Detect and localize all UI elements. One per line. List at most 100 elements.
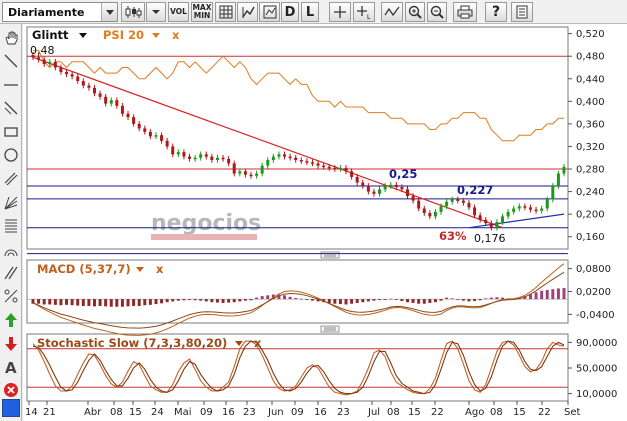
volume-button[interactable]: VOL [168, 2, 189, 22]
l-label: L [305, 4, 315, 20]
svg-text:0,520: 0,520 [576, 29, 605, 40]
log-scale-button[interactable]: D [281, 2, 299, 22]
crosshair-label-button[interactable]: L [353, 2, 375, 22]
chart-area[interactable]: negocios 0,520 0,480 0,440 0,400 0,360 0,320 0… [23, 24, 627, 421]
macd-histogram-bar [65, 299, 69, 305]
ray-tool-button[interactable] [1, 98, 21, 118]
horizontal-line-tool-button[interactable] [1, 75, 21, 95]
svg-text:23: 23 [337, 407, 350, 418]
zoom-out-button[interactable] [427, 2, 447, 22]
zoom-in-icon [408, 5, 422, 19]
x-axis-tick: Mai [174, 401, 192, 418]
arc-tool-button[interactable] [1, 240, 21, 260]
chart-type-dropdown[interactable] [146, 2, 166, 22]
parallel-tool-button[interactable] [1, 263, 21, 283]
x-axis-tick: 09 [291, 401, 304, 418]
horizontal-line-icon [4, 84, 18, 86]
sell-arrow-button[interactable] [1, 334, 21, 354]
indicators-button[interactable] [259, 2, 280, 22]
macd-histogram-bar [350, 299, 354, 304]
line-scale-button[interactable]: L [301, 2, 319, 22]
ellipse-tool-button[interactable] [1, 145, 21, 165]
chart-canvas[interactable]: negocios 0,520 0,480 0,440 0,400 0,360 0,320 0… [23, 24, 627, 421]
svg-text:21: 21 [43, 407, 56, 418]
macd-histogram-bar [355, 299, 359, 303]
zoom-in-button[interactable] [405, 2, 425, 22]
svg-text:Jul: Jul [367, 407, 380, 418]
x-axis-tick: 16 [314, 401, 327, 418]
x-axis-tick: 15 [408, 401, 421, 418]
svg-text:0,440: 0,440 [576, 74, 605, 85]
macd-histogram-bar [81, 299, 85, 306]
svg-text:15: 15 [513, 407, 526, 418]
text-icon: A [5, 359, 17, 375]
draw-line-button[interactable] [381, 2, 403, 22]
svg-text:0,200: 0,200 [576, 210, 605, 221]
macd-histogram-bar [120, 299, 124, 307]
svg-text:Ago: Ago [465, 407, 484, 418]
macd-histogram-bar [171, 299, 175, 302]
channel-tool-button[interactable] [1, 169, 21, 189]
low-price-annotation: 0,176 [474, 232, 506, 245]
x-axis-tick: 22 [431, 401, 444, 418]
macd-histogram-bar [193, 299, 197, 301]
price-axis-tick: 0,240 [568, 187, 605, 198]
max-min-button[interactable]: MAX MIN [191, 2, 213, 22]
stochastic-axis-tick: 90,0000 [568, 338, 617, 349]
candlestick-chart-button[interactable] [121, 2, 145, 22]
ticker-label: Glintt [32, 28, 69, 42]
macd-histogram-bar [148, 299, 152, 305]
delete-drawings-button[interactable] [1, 380, 21, 400]
macd-histogram-bar [489, 297, 493, 300]
price-panel-frame [26, 26, 569, 250]
price-macd-splitter[interactable] [320, 251, 340, 259]
stochastic-axis-tick: 10,0000 [568, 389, 617, 400]
macd-histogram-bar [411, 299, 415, 303]
line-tool-button[interactable] [1, 51, 21, 71]
macd-histogram-bar [260, 296, 264, 300]
color-picker-button[interactable] [1, 398, 21, 418]
macd-histogram-bar [288, 296, 292, 300]
hand-tool-button[interactable] [1, 28, 21, 48]
svg-text:22: 22 [538, 407, 551, 418]
macd-histogram-bar [92, 299, 96, 307]
macd-histogram-bar [104, 299, 108, 307]
macd-stochastic-splitter[interactable] [320, 325, 340, 333]
period-select[interactable]: Diariamente [2, 2, 118, 22]
percent-tool-button[interactable] [1, 286, 21, 306]
fan-icon [4, 196, 18, 210]
channel-icon [4, 172, 18, 186]
macd-histogram-bar [266, 295, 270, 300]
macd-histogram-bar [243, 299, 247, 301]
macd-histogram-bar [394, 299, 398, 300]
macd-remove-button[interactable]: x [156, 262, 164, 276]
compare-button[interactable] [237, 2, 258, 22]
x-axis-tick: 08 [110, 401, 123, 418]
fibonacci-tool-button[interactable] [1, 216, 21, 236]
svg-text:14: 14 [25, 407, 38, 418]
text-tool-button[interactable]: A [1, 357, 21, 377]
fan-tool-button[interactable] [1, 193, 21, 213]
macd-histogram-bar [232, 299, 236, 303]
settings-button[interactable] [511, 2, 533, 22]
level-025-annotation: 0,25 [389, 167, 417, 181]
help-button[interactable]: ? [485, 2, 507, 22]
stochastic-remove-button[interactable]: x [254, 336, 262, 350]
svg-text:0,280: 0,280 [576, 165, 605, 176]
macd-histogram-bar [87, 299, 91, 306]
chevron-down-icon[interactable] [101, 3, 117, 21]
x-axis-tick: 08 [490, 401, 503, 418]
psi20-remove-button[interactable]: x [172, 28, 180, 42]
macd-histogram-bar [160, 299, 164, 304]
svg-text:Jun: Jun [267, 407, 284, 418]
crosshair-button[interactable] [329, 2, 351, 22]
print-button[interactable] [453, 2, 477, 22]
grid-button[interactable] [215, 2, 236, 22]
macd-histogram-bar [76, 299, 80, 306]
macd-histogram-bar [48, 299, 52, 305]
buy-arrow-button[interactable] [1, 310, 21, 330]
rectangle-tool-button[interactable] [1, 122, 21, 142]
macd-histogram-bar [37, 299, 41, 304]
svg-text:0,160: 0,160 [576, 232, 605, 243]
macd-histogram-bar [238, 299, 242, 302]
